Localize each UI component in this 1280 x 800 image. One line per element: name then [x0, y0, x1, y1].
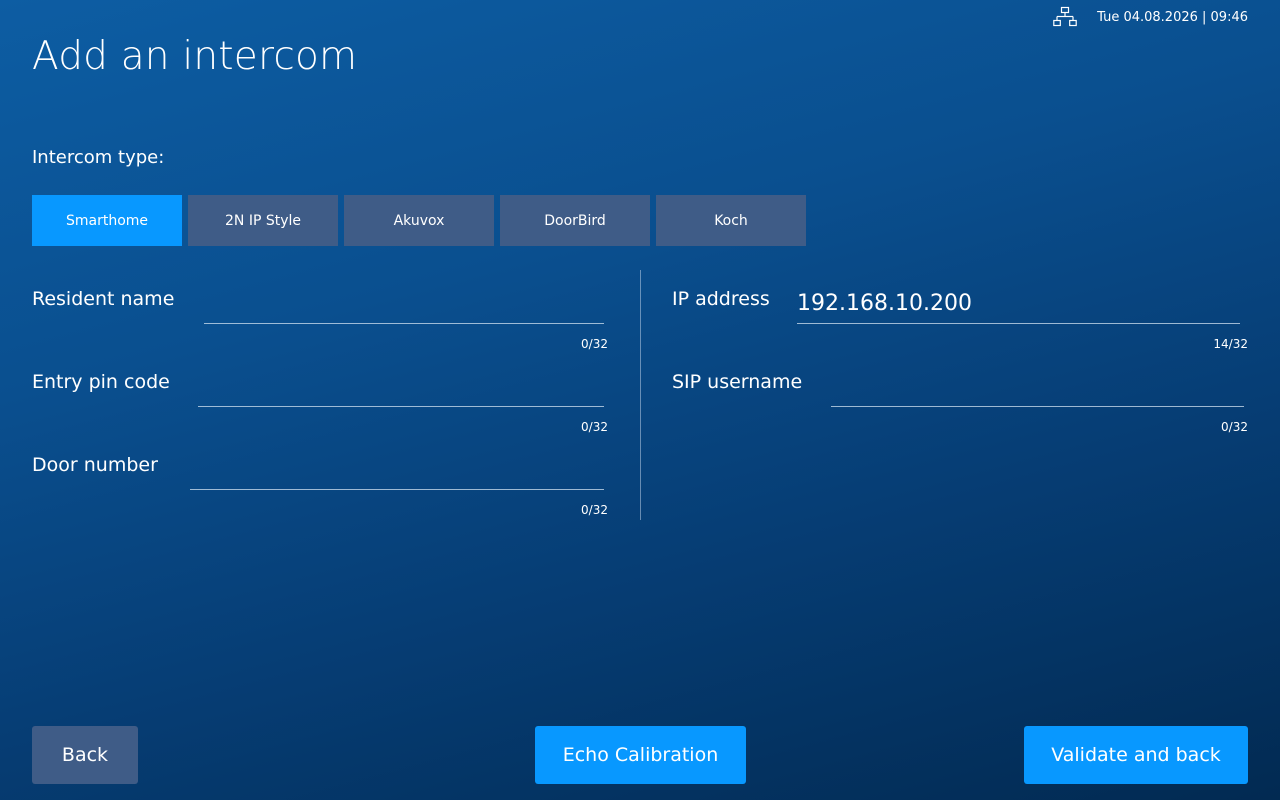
- ip-address-label: IP address: [672, 288, 770, 310]
- resident-name-counter: 0/32: [581, 337, 608, 351]
- entry-pin-code-counter: 0/32: [581, 420, 608, 434]
- echo-calibration-button[interactable]: Echo Calibration: [535, 726, 746, 784]
- status-bar: Tue 04.08.2026 | 09:46: [1053, 6, 1248, 28]
- ip-address-input[interactable]: 192.168.10.200: [797, 290, 1240, 324]
- type-button-koch[interactable]: Koch: [656, 195, 806, 246]
- door-number-counter: 0/32: [581, 503, 608, 517]
- sip-username-label: SIP username: [672, 371, 803, 393]
- sip-username-input[interactable]: [831, 373, 1244, 407]
- intercom-type-selector: Smarthome 2N IP Style Akuvox DoorBird Ko…: [32, 195, 812, 246]
- type-button-akuvox[interactable]: Akuvox: [344, 195, 494, 246]
- type-button-2n-ip-style[interactable]: 2N IP Style: [188, 195, 338, 246]
- ip-address-counter: 14/32: [1213, 337, 1248, 351]
- datetime: Tue 04.08.2026 | 09:46: [1097, 9, 1248, 25]
- resident-name-input[interactable]: [204, 290, 604, 324]
- door-number-label: Door number: [32, 454, 158, 476]
- type-button-smarthome[interactable]: Smarthome: [32, 195, 182, 246]
- entry-pin-code-label: Entry pin code: [32, 371, 170, 393]
- type-button-doorbird[interactable]: DoorBird: [500, 195, 650, 246]
- door-number-input[interactable]: [190, 456, 604, 490]
- network-icon: [1053, 6, 1077, 28]
- resident-name-label: Resident name: [32, 288, 175, 310]
- entry-pin-code-input[interactable]: [198, 373, 604, 407]
- intercom-type-label: Intercom type:: [32, 147, 165, 168]
- column-divider: [640, 270, 641, 520]
- validate-and-back-button[interactable]: Validate and back: [1024, 726, 1248, 784]
- sip-username-counter: 0/32: [1221, 420, 1248, 434]
- back-button[interactable]: Back: [32, 726, 138, 784]
- page-title: Add an intercom: [32, 34, 358, 79]
